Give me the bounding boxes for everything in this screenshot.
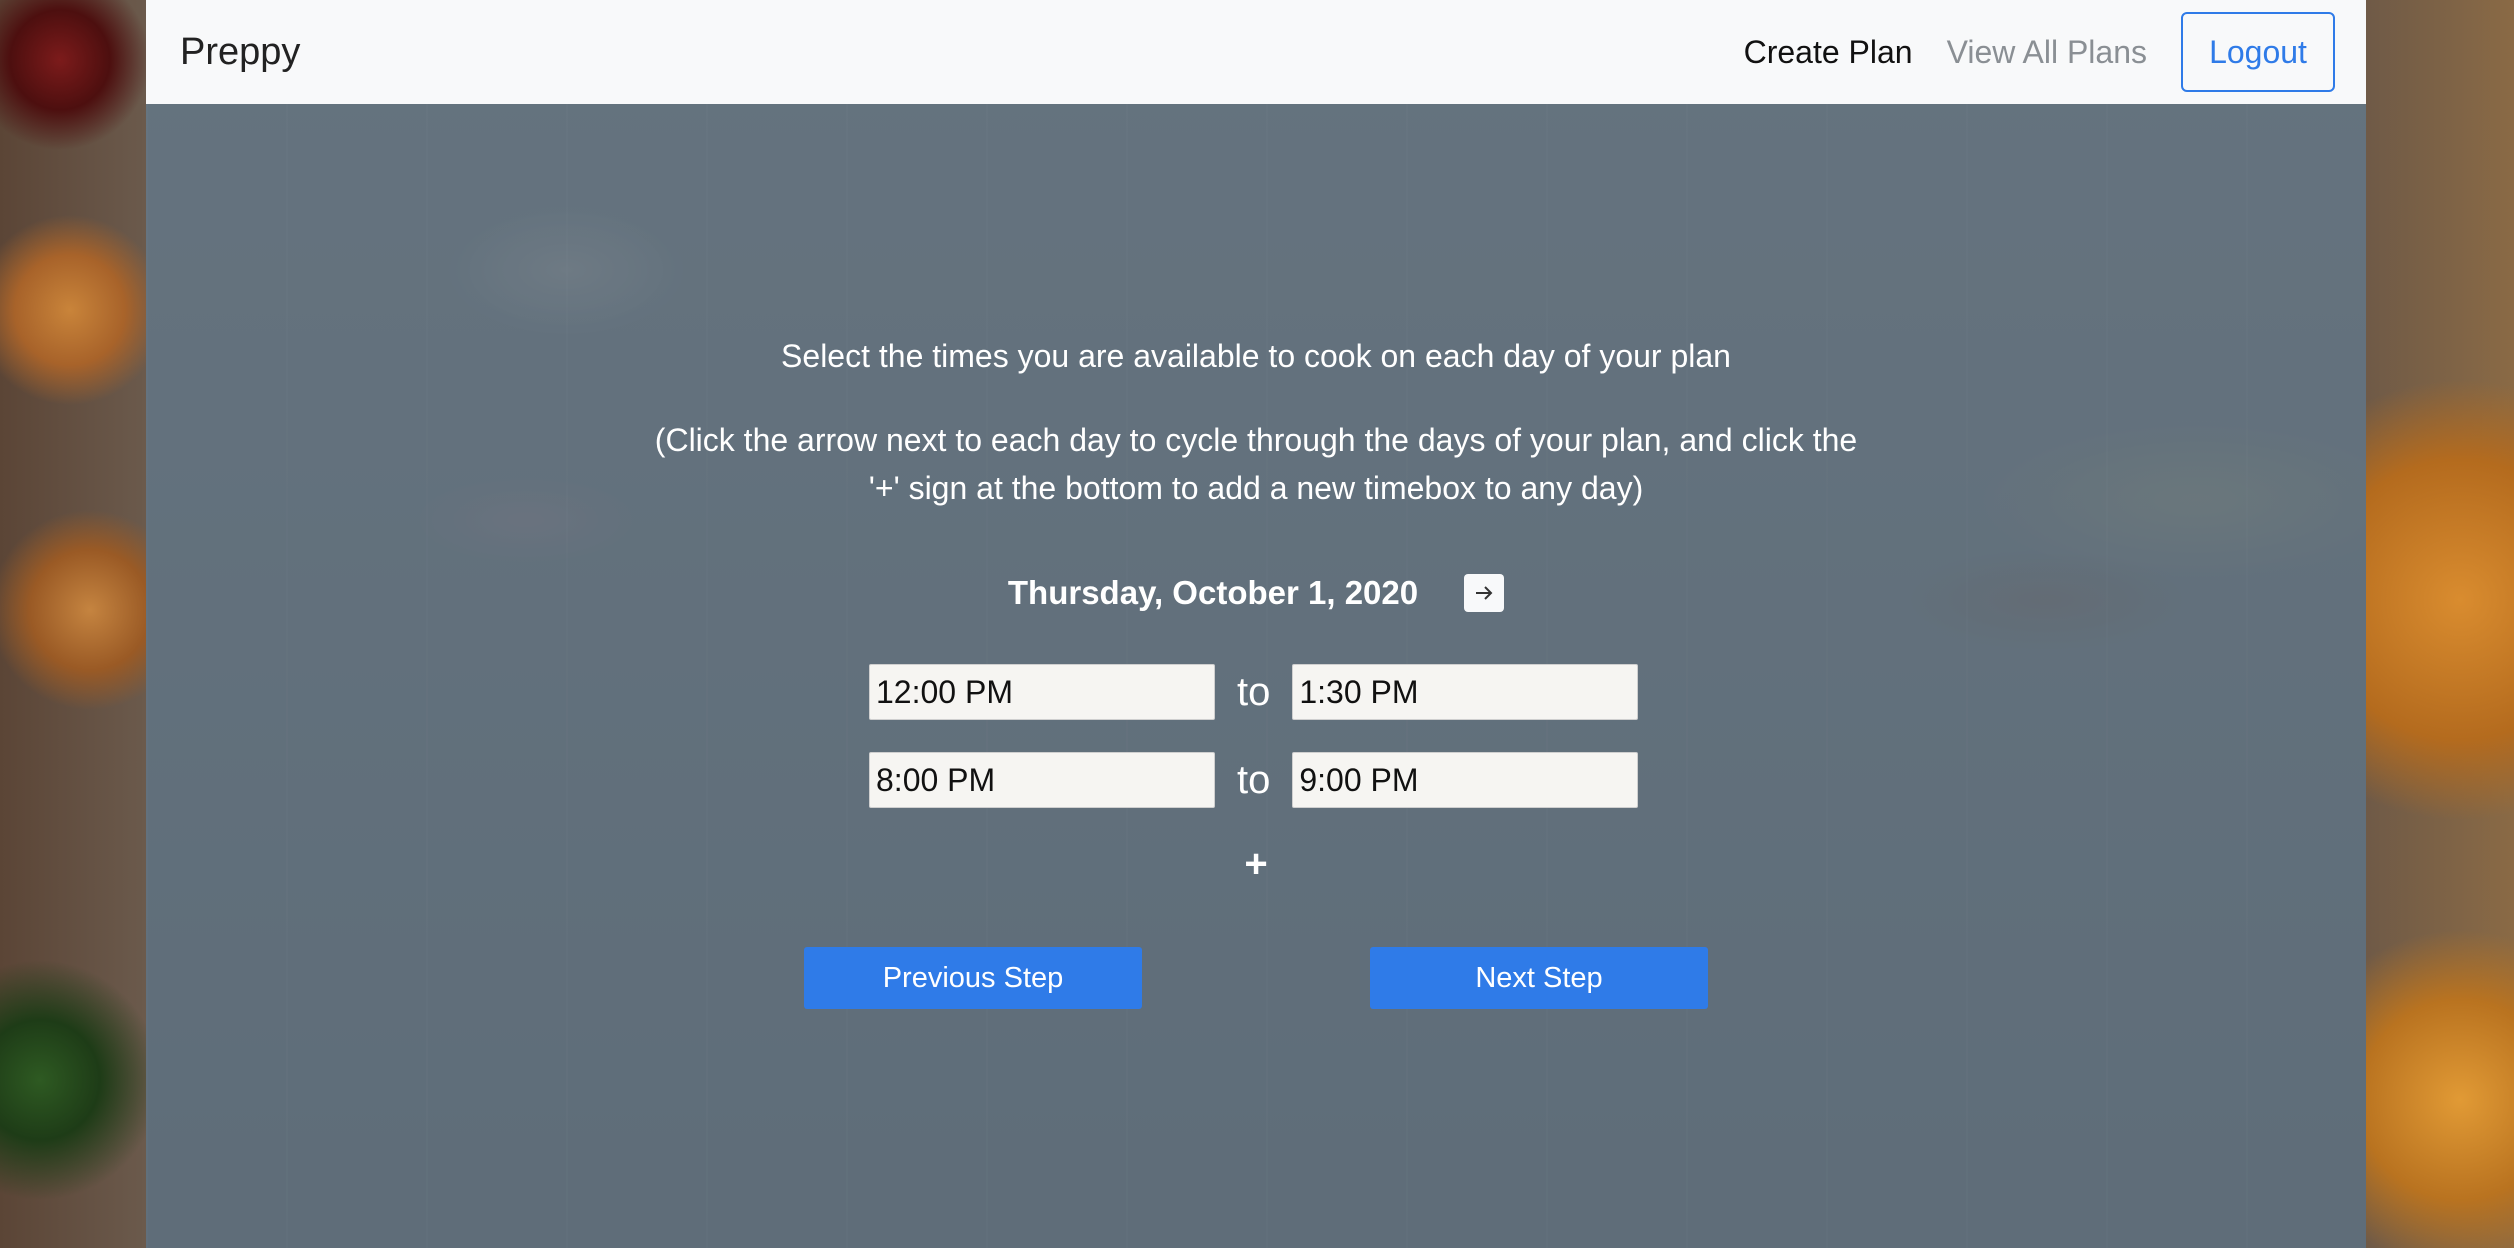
next-step-button[interactable]: Next Step [1370, 947, 1708, 1009]
arrow-right-icon [1476, 586, 1493, 600]
start-time-input[interactable] [869, 664, 1215, 720]
to-separator: to [1237, 757, 1271, 802]
day-selector: Thursday, October 1, 2020 [146, 574, 2366, 612]
next-day-button[interactable] [1464, 574, 1505, 612]
nav-links: Create Plan View All Plans Logout [1744, 12, 2335, 92]
nav-create-plan[interactable]: Create Plan [1744, 34, 1913, 71]
brand-logo[interactable]: Preppy [180, 31, 300, 74]
end-time-input[interactable] [1292, 752, 1639, 808]
availability-form: Select the times you are available to co… [146, 104, 2366, 1248]
add-timebox-button[interactable]: + [146, 842, 2366, 887]
top-navbar: Preppy Create Plan View All Plans Logout [146, 0, 2366, 104]
previous-step-button[interactable]: Previous Step [804, 947, 1142, 1009]
hint-text: (Click the arrow next to each day to cyc… [654, 422, 1858, 506]
instruction-text: Select the times you are available to co… [781, 338, 1731, 374]
end-time-input[interactable] [1292, 664, 1639, 720]
timebox-row: to [869, 752, 1639, 808]
to-separator: to [1237, 669, 1271, 714]
start-time-input[interactable] [869, 752, 1215, 808]
logout-button[interactable]: Logout [2181, 12, 2335, 92]
timebox-row: to [869, 664, 1639, 720]
nav-view-all-plans[interactable]: View All Plans [1947, 34, 2147, 71]
day-label: Thursday, October 1, 2020 [1007, 574, 1419, 611]
